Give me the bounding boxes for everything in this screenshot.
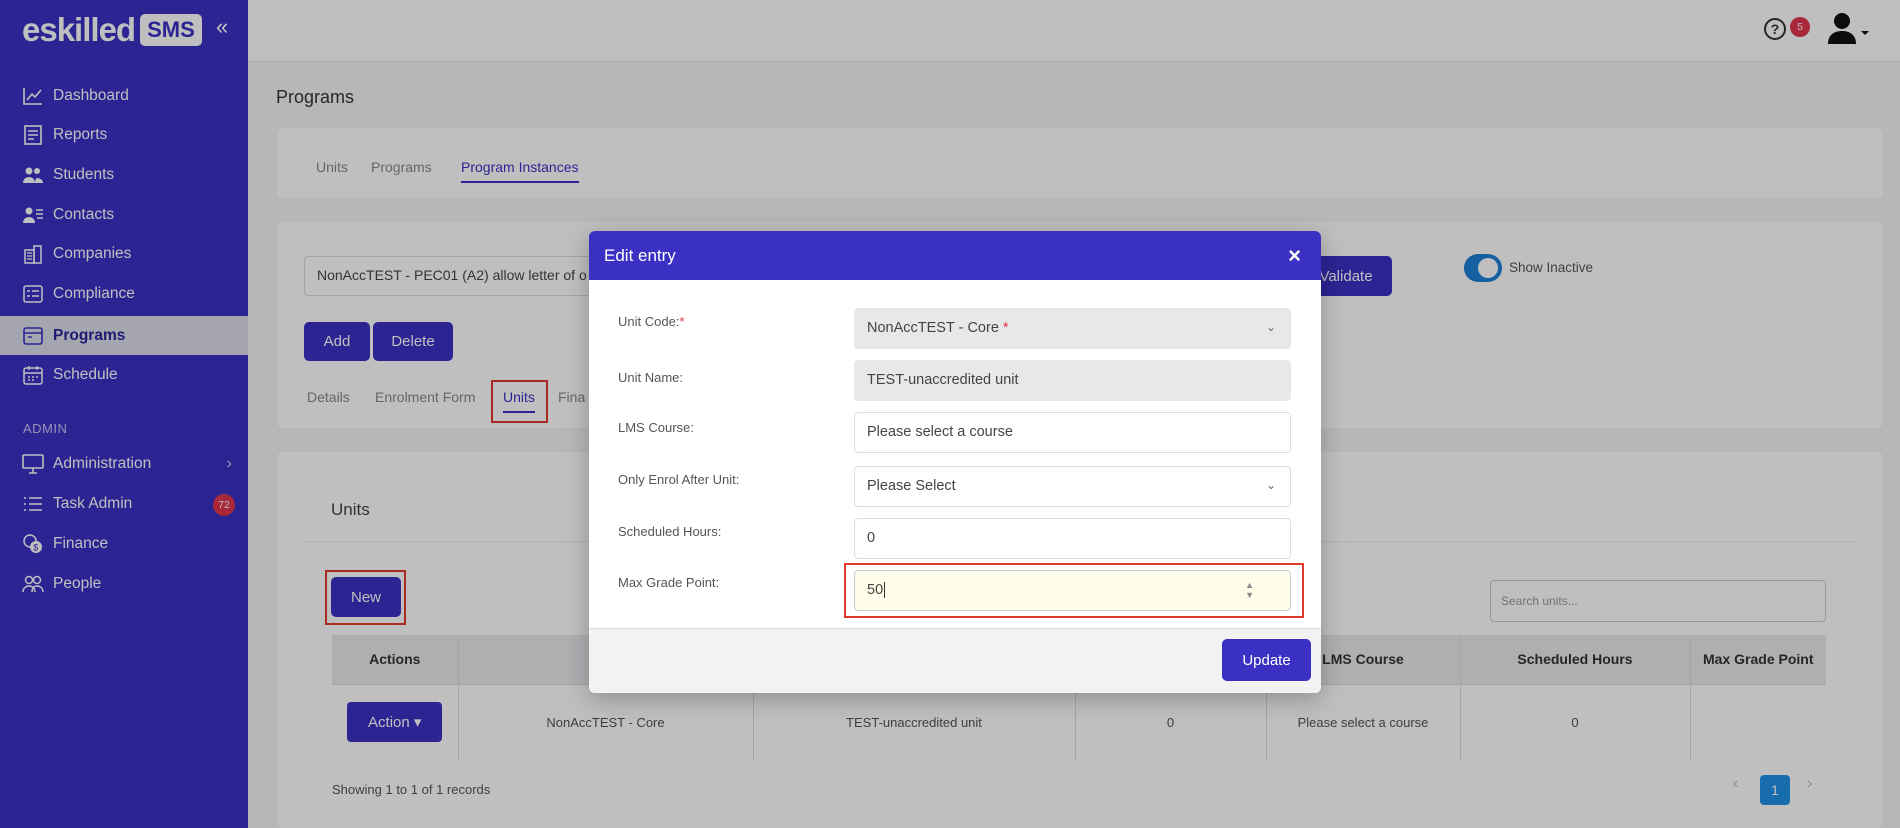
scheduled-hours-field[interactable]: 0 [854, 518, 1291, 559]
unit-code-value: NonAccTEST - Core [867, 320, 999, 336]
unit-code-label-text: Unit Code: [618, 314, 680, 329]
scheduled-hours-label: Scheduled Hours: [618, 524, 722, 539]
only-enrol-after-label: Only Enrol After Unit: [618, 472, 740, 487]
chevron-down-icon: ⌄ [1265, 320, 1276, 334]
chevron-down-icon: ⌄ [1265, 478, 1276, 492]
number-spinner-icon[interactable]: ▲ ▼ [1245, 580, 1254, 600]
unit-code-select[interactable]: NonAccTEST - Core * ⌄ [854, 308, 1291, 349]
lms-course-field[interactable]: Please select a course [854, 412, 1291, 453]
close-icon[interactable]: × [1288, 243, 1301, 269]
update-button[interactable]: Update [1222, 639, 1311, 681]
required-marker: * [679, 314, 685, 329]
required-marker: * [1002, 320, 1009, 336]
modal-title: Edit entry [604, 246, 676, 265]
text-cursor [884, 582, 886, 598]
modal-footer: Update [589, 628, 1321, 693]
modal-header: Edit entry × [589, 231, 1321, 280]
only-enrol-after-value: Please Select [867, 478, 956, 494]
max-grade-point-field[interactable]: 50 ▲ ▼ [854, 570, 1291, 611]
max-grade-point-label: Max Grade Point: [618, 575, 720, 590]
only-enrol-after-select[interactable]: Please Select ⌄ [854, 466, 1291, 507]
modal-body: Unit Code:* NonAccTEST - Core * ⌄ Unit Na… [589, 280, 1321, 628]
unit-name-label: Unit Name: [618, 370, 684, 385]
unit-name-field[interactable]: TEST-unaccredited unit [854, 360, 1291, 401]
lms-course-label: LMS Course: [618, 420, 694, 435]
edit-entry-modal: Edit entry × Unit Code:* NonAccTEST - Co… [589, 231, 1321, 693]
unit-code-label: Unit Code:* [618, 314, 684, 329]
max-grade-point-value: 50 [867, 582, 884, 598]
